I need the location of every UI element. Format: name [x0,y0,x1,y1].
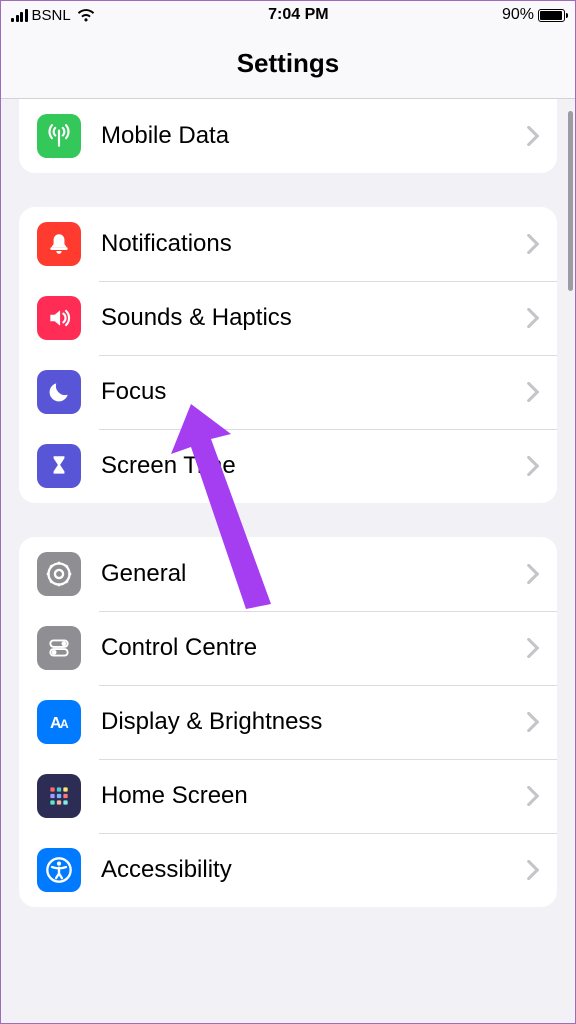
row-focus[interactable]: Focus [19,355,557,429]
status-time: 7:04 PM [268,6,328,24]
group-general: General Control Centre AA Display & Brig… [19,537,557,907]
row-screen-time[interactable]: Screen Time [19,429,557,503]
row-label: Control Centre [101,634,527,662]
row-home-screen[interactable]: Home Screen [19,759,557,833]
row-label: Home Screen [101,782,527,810]
chevron-right-icon [527,638,539,658]
signal-icon [11,9,28,22]
row-label: Focus [101,378,527,406]
row-general[interactable]: General [19,537,557,611]
hourglass-icon [37,444,81,488]
settings-list[interactable]: Mobile Data Notifications Sounds & Hapti… [1,99,575,1023]
bell-icon [37,222,81,266]
status-bar: BSNL 7:04 PM 90% [1,1,575,29]
chevron-right-icon [527,564,539,584]
accessibility-icon [37,848,81,892]
chevron-right-icon [527,456,539,476]
battery-percent: 90% [502,6,534,24]
row-sounds[interactable]: Sounds & Haptics [19,281,557,355]
status-left: BSNL [11,7,95,24]
carrier-label: BSNL [32,7,71,24]
antenna-icon [37,114,81,158]
row-label: Accessibility [101,856,527,884]
svg-text:A: A [60,717,69,731]
chevron-right-icon [527,786,539,806]
chevron-right-icon [527,382,539,402]
row-label: Sounds & Haptics [101,304,527,332]
row-label: Screen Time [101,452,527,480]
chevron-right-icon [527,126,539,146]
aa-icon: AA [37,700,81,744]
row-notifications[interactable]: Notifications [19,207,557,281]
group-connectivity: Mobile Data [19,99,557,173]
group-notifications: Notifications Sounds & Haptics Focus Scr… [19,207,557,503]
battery-icon [538,9,565,22]
row-accessibility[interactable]: Accessibility [19,833,557,907]
toggles-icon [37,626,81,670]
speaker-icon [37,296,81,340]
row-label: Display & Brightness [101,708,527,736]
chevron-right-icon [527,860,539,880]
row-mobile-data[interactable]: Mobile Data [19,99,557,173]
grid-icon [37,774,81,818]
scrollbar-indicator[interactable] [568,111,573,291]
nav-bar: Settings [1,29,575,99]
chevron-right-icon [527,712,539,732]
row-label: Mobile Data [101,122,527,150]
page-title: Settings [237,48,340,79]
row-display[interactable]: AA Display & Brightness [19,685,557,759]
wifi-icon [77,9,95,22]
row-label: Notifications [101,230,527,258]
row-control-centre[interactable]: Control Centre [19,611,557,685]
chevron-right-icon [527,234,539,254]
status-right: 90% [502,6,565,24]
moon-icon [37,370,81,414]
gear-icon [37,552,81,596]
row-label: General [101,560,527,588]
chevron-right-icon [527,308,539,328]
